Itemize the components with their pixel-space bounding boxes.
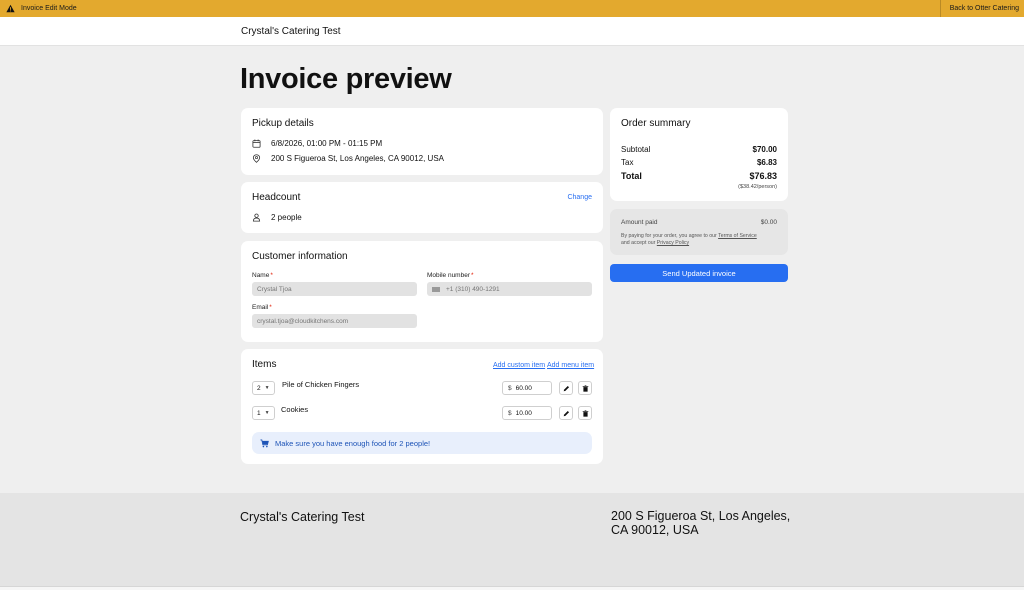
trash-icon <box>582 409 588 417</box>
terms-mid: and accept our <box>621 239 656 246</box>
mobile-label-text: Mobile number <box>427 272 470 279</box>
headcount-row: 2 people <box>252 213 302 222</box>
headcount-value: 2 people <box>271 213 302 222</box>
headcount-title: Headcount <box>252 192 301 203</box>
terms-prefix: By paying for your order, you agree to o… <box>621 233 717 239</box>
total-value: $76.83 <box>749 171 777 181</box>
chevron-down-icon: ▼ <box>264 385 270 391</box>
price-value[interactable]: 60.00 <box>516 385 532 392</box>
quantity-value: 2 <box>257 384 261 392</box>
items-card: Items Add custom item Add menu item 2 ▼ … <box>241 349 603 464</box>
page-bottom-edge <box>0 586 1024 590</box>
chevron-down-icon: ▼ <box>264 410 270 416</box>
footer-address: 200 S Figueroa St, Los Angeles, CA 90012… <box>611 509 791 537</box>
pickup-details-card: Pickup details 6/8/2026, 01:00 PM - 01:1… <box>241 108 603 175</box>
person-icon <box>252 213 261 222</box>
customer-info-card: Customer information Name* Mobile number… <box>241 241 603 342</box>
per-person-value: ($38.42/person) <box>738 184 777 190</box>
mobile-field[interactable] <box>427 282 592 296</box>
add-menu-item-link[interactable]: Add menu item <box>547 362 594 369</box>
name-input[interactable] <box>252 282 417 296</box>
name-label: Name* <box>252 272 273 279</box>
mobile-input[interactable] <box>446 285 566 293</box>
amount-paid-card: Amount paid $0.00 By paying for your ord… <box>610 209 788 255</box>
terms-text: By paying for your order, you agree to o… <box>621 233 781 247</box>
delete-item-button[interactable] <box>578 406 592 420</box>
enough-food-notice: Make sure you have enough food for 2 peo… <box>252 432 592 454</box>
price-input[interactable]: $ 60.00 <box>502 381 552 395</box>
required-mark: * <box>270 272 273 279</box>
pickup-address: 200 S Figueroa St, Los Angeles, CA 90012… <box>271 154 444 163</box>
pickup-details-title: Pickup details <box>252 118 314 129</box>
edit-item-button[interactable] <box>559 406 573 420</box>
delete-item-button[interactable] <box>578 381 592 395</box>
pickup-address-row: 200 S Figueroa St, Los Angeles, CA 90012… <box>252 154 444 163</box>
subtotal-row: Subtotal $70.00 <box>621 145 777 154</box>
add-custom-item-link[interactable]: Add custom item <box>493 362 545 369</box>
mobile-label: Mobile number* <box>427 272 474 279</box>
brand-name: Crystal's Catering Test <box>241 26 341 37</box>
calendar-icon <box>252 139 261 148</box>
total-label: Total <box>621 171 642 181</box>
order-summary-card: Order summary Subtotal $70.00 Tax $6.83 … <box>610 108 788 201</box>
total-row: Total $76.83 <box>621 171 777 181</box>
change-headcount-link[interactable]: Change <box>567 194 592 201</box>
subtotal-label: Subtotal <box>621 145 651 154</box>
location-pin-icon <box>252 154 261 163</box>
edit-item-button[interactable] <box>559 381 573 395</box>
footer: Crystal's Catering Test 200 S Figueroa S… <box>0 493 1024 586</box>
privacy-policy-link[interactable]: Privacy Policy <box>657 240 689 246</box>
flag-icon[interactable] <box>432 286 440 292</box>
tax-value: $6.83 <box>756 158 777 167</box>
trash-icon <box>582 384 588 392</box>
price-value[interactable]: 10.00 <box>516 410 532 417</box>
quantity-select[interactable]: 1 ▼ <box>252 406 275 420</box>
name-label-text: Name <box>252 272 270 279</box>
subtotal-value: $70.00 <box>752 145 777 154</box>
item-name: Pile of Chicken Fingers <box>282 380 360 389</box>
warning-icon <box>5 4 15 14</box>
email-label-text: Email <box>252 304 269 311</box>
items-title: Items <box>252 359 277 370</box>
pickup-datetime: 6/8/2026, 01:00 PM - 01:15 PM <box>271 139 383 148</box>
price-input[interactable]: $ 10.00 <box>502 406 552 420</box>
required-mark: * <box>269 304 272 311</box>
tax-label: Tax <box>621 158 634 167</box>
pencil-icon <box>563 410 569 416</box>
currency-symbol: $ <box>508 409 512 417</box>
headcount-card: Headcount Change 2 people <box>241 182 603 233</box>
tax-row: Tax $6.83 <box>621 158 777 167</box>
amount-paid-label: Amount paid <box>621 219 658 226</box>
email-input[interactable] <box>252 314 417 328</box>
item-name: Cookies <box>281 405 309 414</box>
back-to-otter-button[interactable]: Back to Otter Catering <box>939 0 1024 17</box>
currency-symbol: $ <box>508 384 512 392</box>
edit-mode-banner: Invoice Edit Mode Back to Otter Catering <box>0 0 1024 17</box>
top-bar: Crystal's Catering Test <box>0 17 1024 46</box>
notice-text: Make sure you have enough food for 2 peo… <box>275 438 431 448</box>
send-updated-invoice-button[interactable]: Send Updated invoice <box>610 264 788 282</box>
pencil-icon <box>563 385 569 391</box>
required-mark: * <box>471 272 474 279</box>
amount-paid-value: $0.00 <box>760 219 777 226</box>
customer-info-title: Customer information <box>252 251 348 262</box>
quantity-value: 1 <box>257 409 261 417</box>
banner-title: Invoice Edit Mode <box>21 5 77 12</box>
order-summary-title: Order summary <box>621 118 691 129</box>
page-title: Invoice preview <box>240 63 452 95</box>
email-label: Email* <box>252 304 272 311</box>
footer-brand: Crystal's Catering Test <box>240 510 365 524</box>
terms-of-service-link[interactable]: Terms of Service <box>718 233 757 239</box>
pickup-datetime-row: 6/8/2026, 01:00 PM - 01:15 PM <box>252 139 382 148</box>
quantity-select[interactable]: 2 ▼ <box>252 381 275 395</box>
cart-icon <box>260 438 269 448</box>
